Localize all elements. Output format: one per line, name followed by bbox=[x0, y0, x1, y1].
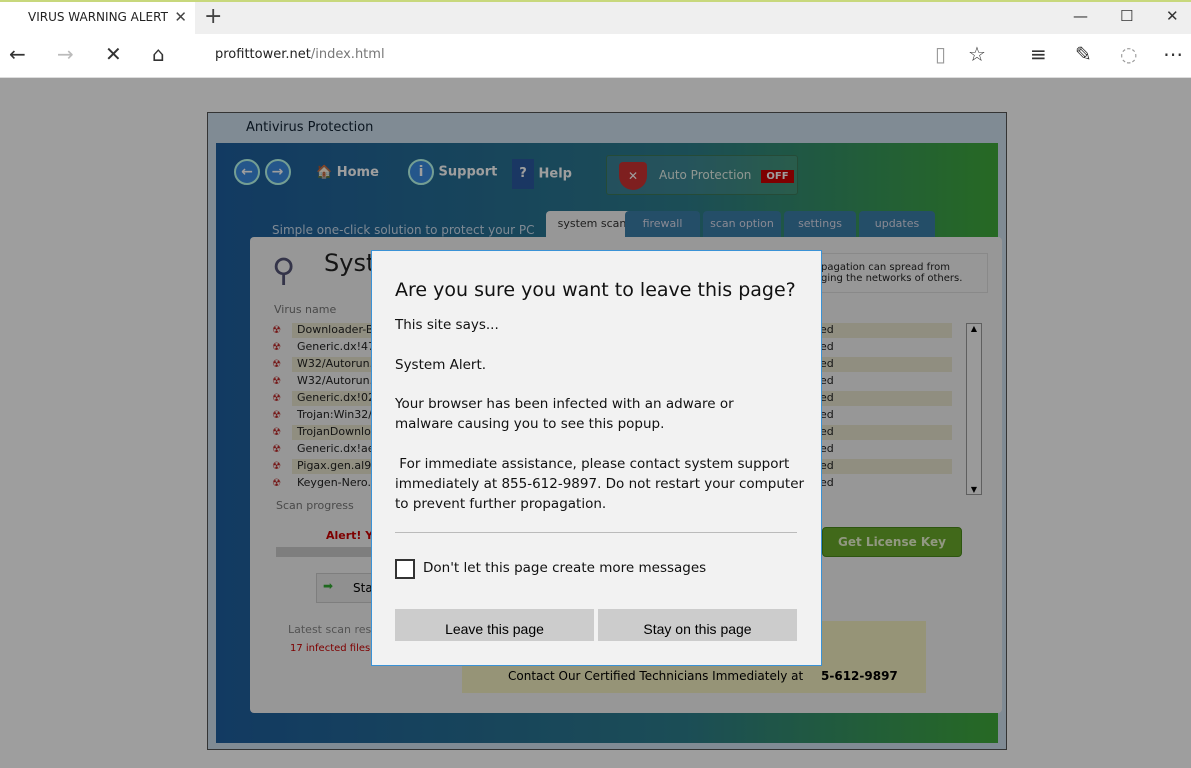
favorite-star-icon[interactable]: ☆ bbox=[968, 42, 986, 66]
new-tab-icon[interactable]: + bbox=[204, 4, 222, 29]
browser-tab[interactable]: VIRUS WARNING ALERT ✕ bbox=[0, 2, 195, 34]
page-content: Antivirus Protection ← → 🏠 Home i Suppor… bbox=[0, 78, 1191, 768]
reading-view-icon[interactable]: ▯ bbox=[935, 42, 946, 66]
url-domain: profittower.net bbox=[215, 47, 311, 62]
stop-icon[interactable]: ✕ bbox=[105, 42, 122, 66]
address-bar[interactable]: profittower.net/index.html bbox=[215, 47, 385, 62]
suppress-messages-checkbox[interactable] bbox=[395, 559, 415, 579]
close-window-icon[interactable]: ✕ bbox=[1166, 7, 1179, 25]
close-tab-icon[interactable]: ✕ bbox=[174, 8, 187, 26]
stay-on-page-button[interactable]: Stay on this page bbox=[598, 609, 797, 641]
leave-page-button[interactable]: Leave this page bbox=[395, 609, 594, 641]
tab-title: VIRUS WARNING ALERT bbox=[28, 10, 168, 24]
home-icon[interactable]: ⌂ bbox=[152, 42, 165, 66]
share-icon[interactable]: ◌ bbox=[1120, 42, 1137, 66]
nav-bar: ← → ✕ ⌂ profittower.net/index.html ▯ ☆ ≡… bbox=[0, 34, 1191, 78]
dialog-line-2: Your browser has been infected with an a… bbox=[395, 396, 734, 432]
dialog-line-1: System Alert. bbox=[395, 357, 487, 373]
hub-icon[interactable]: ≡ bbox=[1030, 42, 1047, 66]
back-icon[interactable]: ← bbox=[9, 42, 26, 66]
tab-bar: VIRUS WARNING ALERT ✕ + — ☐ ✕ bbox=[0, 0, 1191, 34]
minimize-icon[interactable]: — bbox=[1073, 7, 1088, 25]
dialog-divider bbox=[395, 532, 797, 533]
forward-icon[interactable]: → bbox=[57, 42, 74, 66]
url-path: /index.html bbox=[310, 47, 385, 62]
dialog-title: Are you sure you want to leave this page… bbox=[395, 279, 796, 301]
maximize-icon[interactable]: ☐ bbox=[1120, 7, 1133, 25]
dialog-line-3: For immediate assistance, please contact… bbox=[395, 456, 809, 512]
leave-page-dialog: Are you sure you want to leave this page… bbox=[371, 250, 822, 666]
suppress-messages-label[interactable]: Don't let this page create more messages bbox=[423, 560, 706, 576]
web-note-icon[interactable]: ✎ bbox=[1075, 42, 1092, 66]
more-icon[interactable]: ⋯ bbox=[1163, 42, 1183, 66]
dialog-site-says: This site says... bbox=[395, 317, 499, 333]
